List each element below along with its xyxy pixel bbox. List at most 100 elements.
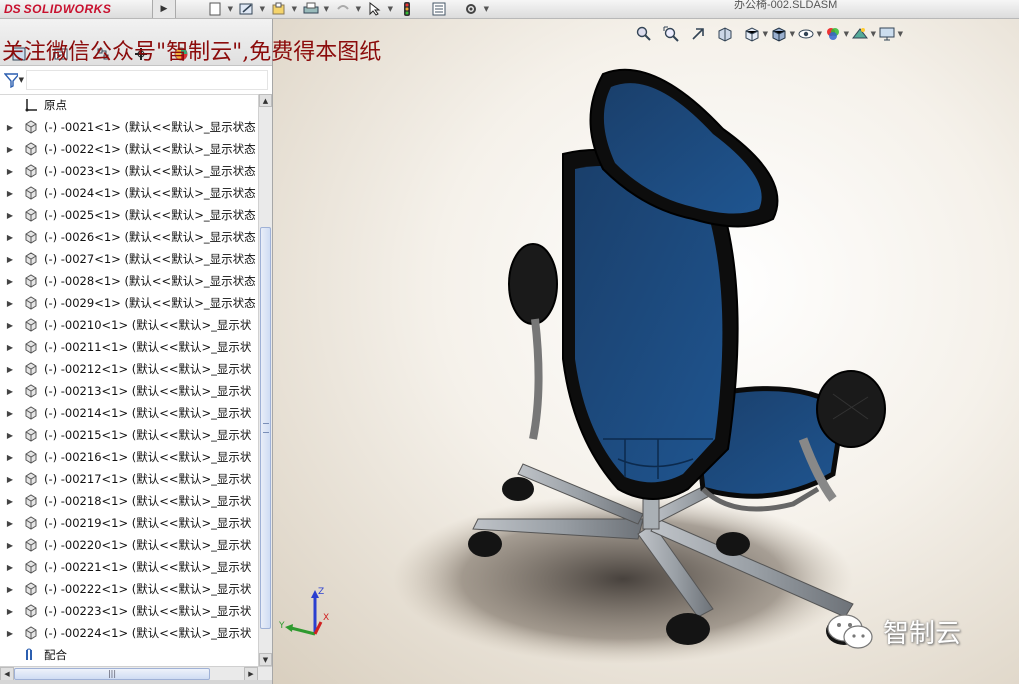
expand-arrow-icon[interactable]: ▶ [6,123,14,132]
part-icon [22,515,40,531]
tree-item-component[interactable]: ▶ (-) -00221<1> (默认<<默认>_显示状 [0,556,258,578]
zoom-area-icon[interactable] [662,25,680,43]
hide-show-icon[interactable]: ▼ [797,25,822,43]
tree-item-component[interactable]: ▶ (-) -00212<1> (默认<<默认>_显示状 [0,358,258,380]
tree-item-label: (-) -0022<1> (默认<<默认>_显示状态 [44,142,256,156]
part-icon [22,229,40,245]
gear-icon[interactable]: ▼ [462,2,489,16]
tree-item-component[interactable]: ▶ (-) -0021<1> (默认<<默认>_显示状态 [0,116,258,138]
previous-view-icon[interactable] [689,25,707,43]
part-icon [22,317,40,333]
tree-item-component[interactable]: ▶ (-) -0026<1> (默认<<默认>_显示状态 [0,226,258,248]
view-orientation-icon[interactable]: ▼ [743,25,768,43]
scroll-left-arrow[interactable]: ◀ [0,667,14,681]
expand-arrow-icon[interactable]: ▶ [6,475,14,484]
tree-item-component[interactable]: ▶ (-) -00220<1> (默认<<默认>_显示状 [0,534,258,556]
part-icon [22,427,40,443]
tree-item-component[interactable]: ▶ (-) -00217<1> (默认<<默认>_显示状 [0,468,258,490]
expand-arrow-icon[interactable]: ▶ [6,321,14,330]
display-style-icon[interactable]: ▼ [770,25,795,43]
tree-item-component[interactable]: ▶ (-) -0029<1> (默认<<默认>_显示状态 [0,292,258,314]
expand-arrow-icon[interactable]: ▶ [6,409,14,418]
expand-arrow-icon[interactable]: ▶ [6,145,14,154]
tree-item-component[interactable]: ▶ (-) -0027<1> (默认<<默认>_显示状态 [0,248,258,270]
part-icon [22,581,40,597]
tree-item-component[interactable]: ▶ (-) -00214<1> (默认<<默认>_显示状 [0,402,258,424]
expand-arrow-icon[interactable]: ▶ [6,343,14,352]
tree-item-component[interactable]: ▶ (-) -00213<1> (默认<<默认>_显示状 [0,380,258,402]
expand-arrow-icon[interactable]: ▶ [6,563,14,572]
tree-item-component[interactable]: ▶ (-) -00224<1> (默认<<默认>_显示状 [0,622,258,644]
traffic-light-icon[interactable] [398,2,416,16]
scroll-down-arrow[interactable]: ▼ [259,653,272,666]
expand-arrow-icon[interactable]: ▶ [6,453,14,462]
tree-item-component[interactable]: ▶ (-) -00218<1> (默认<<默认>_显示状 [0,490,258,512]
expand-arrow-icon[interactable]: ▶ [6,585,14,594]
tree-item-component[interactable]: ▶ (-) -00215<1> (默认<<默认>_显示状 [0,424,258,446]
tree-item-component[interactable]: ▶ (-) -00219<1> (默认<<默认>_显示状 [0,512,258,534]
apply-scene-icon[interactable]: ▼ [851,25,876,43]
zoom-to-fit-icon[interactable] [635,25,653,43]
triad-y-label: Y [279,621,285,631]
tree-item-mates[interactable]: 配合 [0,644,258,666]
tree-horizontal-scrollbar[interactable]: ◀ ||| ▶ [0,666,272,681]
filter-icon[interactable]: ▼ [4,71,24,89]
expand-arrow-icon[interactable]: ▶ [6,387,14,396]
expand-arrow-icon[interactable]: ▶ [6,255,14,264]
tree-item-component[interactable]: ▶ (-) -00211<1> (默认<<默认>_显示状 [0,336,258,358]
expand-arrow-icon[interactable]: ▶ [6,431,14,440]
tree-item-label: (-) -00222<1> (默认<<默认>_显示状 [44,582,252,596]
expand-arrow-icon[interactable]: ▶ [6,299,14,308]
expand-arrow-icon[interactable]: ▶ [6,233,14,242]
part-icon [22,361,40,377]
edit-appearance-icon[interactable]: ▼ [824,25,849,43]
expand-arrow-icon[interactable]: ▶ [6,519,14,528]
tree-item-component[interactable]: ▶ (-) -0022<1> (默认<<默认>_显示状态 [0,138,258,160]
expand-arrow-icon[interactable]: ▶ [6,365,14,374]
tree-item-component[interactable]: ▶ (-) -00222<1> (默认<<默认>_显示状 [0,578,258,600]
graphics-area[interactable]: ▼ ▼ ▼ ▼ ▼ ▼ Z Y X 智制云 [273,19,1019,684]
expand-arrow-icon[interactable]: ▶ [6,211,14,220]
part-icon [22,449,40,465]
tree-item-origin[interactable]: 原点 [0,94,258,116]
tree-vertical-scrollbar[interactable]: ▲ ▼ [258,94,272,666]
expand-arrow-icon[interactable]: ▶ [6,607,14,616]
tree-item-component[interactable]: ▶ (-) -0023<1> (默认<<默认>_显示状态 [0,160,258,182]
tree-item-component[interactable]: ▶ (-) -0025<1> (默认<<默认>_显示状态 [0,204,258,226]
sketch-icon[interactable]: ▼ [238,2,265,16]
horizontal-scroll-thumb[interactable]: ||| [14,668,210,680]
scroll-right-arrow[interactable]: ▶ [244,667,258,681]
bottom-tab-strip [0,680,272,684]
undo-icon[interactable]: ▼ [334,2,361,16]
part-icon [22,339,40,355]
view-settings-icon[interactable]: ▼ [878,25,903,43]
new-icon[interactable]: ▼ [206,2,233,16]
expand-arrow-icon[interactable]: ▶ [6,497,14,506]
open-icon[interactable]: ▼ [270,2,297,16]
tree-item-component[interactable]: ▶ (-) -00216<1> (默认<<默认>_显示状 [0,446,258,468]
print-icon[interactable]: ▼ [302,2,329,16]
tree-item-component[interactable]: ▶ (-) -0028<1> (默认<<默认>_显示状态 [0,270,258,292]
select-icon[interactable]: ▼ [366,2,393,16]
expand-arrow-icon[interactable]: ▶ [6,277,14,286]
office-chair-model[interactable] [273,19,1019,684]
expand-arrow-icon[interactable]: ▶ [6,541,14,550]
properties-icon[interactable] [430,2,448,16]
part-icon [22,625,40,641]
tree-item-label: (-) -00214<1> (默认<<默认>_显示状 [44,406,252,420]
scroll-up-arrow[interactable]: ▲ [259,94,272,107]
menu-expand-button[interactable]: ▶ [152,0,176,18]
tree-item-component[interactable]: ▶ (-) -00223<1> (默认<<默认>_显示状 [0,600,258,622]
logo-prefix: DS [4,2,21,16]
scroll-thumb[interactable] [260,227,271,629]
tree-item-component[interactable]: ▶ (-) -00210<1> (默认<<默认>_显示状 [0,314,258,336]
filter-input[interactable] [26,70,268,90]
expand-arrow-icon[interactable]: ▶ [6,189,14,198]
tree-item-label: (-) -0029<1> (默认<<默认>_显示状态 [44,296,256,310]
tree-item-component[interactable]: ▶ (-) -0024<1> (默认<<默认>_显示状态 [0,182,258,204]
tree-item-label: (-) -00224<1> (默认<<默认>_显示状 [44,626,252,640]
expand-arrow-icon[interactable]: ▶ [6,629,14,638]
expand-arrow-icon[interactable]: ▶ [6,167,14,176]
tree-item-label: (-) -0025<1> (默认<<默认>_显示状态 [44,208,256,222]
section-view-icon[interactable] [716,25,734,43]
